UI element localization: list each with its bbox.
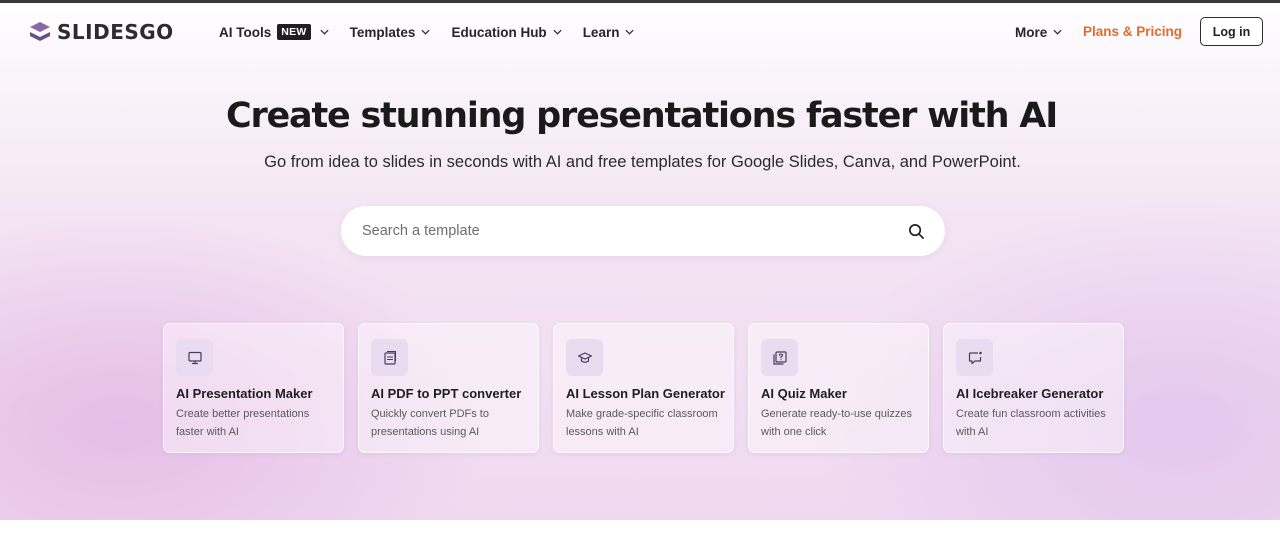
chevron-down-icon (320, 29, 329, 35)
nav-item-ai-tools[interactable]: AI Tools NEW (219, 24, 329, 40)
card-ai-lesson-plan-generator[interactable]: AI Lesson Plan Generator Make grade-spec… (553, 323, 734, 453)
nav-item-label: Templates (349, 24, 416, 40)
card-description: Generate ready-to-use quizzes with one c… (761, 408, 913, 438)
main-nav: AI Tools NEW Templates Education Hub Lea… (219, 22, 635, 42)
nav-item-label: Learn (582, 24, 620, 40)
nav-item-label: AI Tools (219, 24, 272, 40)
login-button[interactable]: Log in (1200, 17, 1263, 46)
slidesgo-logo-icon (30, 22, 50, 41)
card-ai-pdf-to-ppt[interactable]: AI PDF to PPT converter Quickly convert … (358, 323, 539, 453)
card-description: Quickly convert PDFs to presentations us… (371, 408, 489, 438)
chevron-down-icon (1053, 29, 1062, 35)
nav-item-more[interactable]: More (1015, 25, 1062, 40)
new-badge: NEW (277, 24, 311, 40)
search-bar[interactable] (341, 206, 945, 256)
quiz-icon (772, 350, 787, 365)
card-title: AI Lesson Plan Generator (566, 386, 725, 401)
plans-pricing-link[interactable]: Plans & Pricing (1083, 24, 1182, 39)
presentation-icon (187, 351, 202, 364)
pdf-convert-icon (383, 350, 396, 365)
card-title: AI Presentation Maker (176, 386, 313, 401)
search-icon[interactable] (908, 223, 925, 240)
nav-item-education-hub[interactable]: Education Hub (451, 24, 562, 40)
chat-icon (968, 351, 982, 364)
card-ai-presentation-maker[interactable]: AI Presentation Maker Create better pres… (163, 323, 344, 453)
nav-item-label: Education Hub (451, 24, 547, 40)
chevron-down-icon (421, 29, 431, 35)
page-below-hero (0, 520, 1280, 556)
chevron-down-icon (553, 29, 562, 35)
nav-item-templates[interactable]: Templates (350, 25, 431, 40)
card-title: AI Quiz Maker (761, 386, 847, 401)
more-menu[interactable]: More (1015, 22, 1062, 42)
ai-tools-cards: AI Presentation Maker Create better pres… (163, 323, 1124, 453)
logo-text: SLIDESGO (57, 20, 174, 44)
page-subtitle: Go from idea to slides in seconds with A… (264, 153, 1021, 171)
card-description: Make grade-specific classroom lessons wi… (566, 408, 718, 438)
card-ai-quiz-maker[interactable]: AI Quiz Maker Generate ready-to-use quiz… (748, 323, 929, 453)
nav-item-learn[interactable]: Learn (583, 25, 635, 40)
card-title: AI PDF to PPT converter (371, 386, 522, 401)
nav-item-label: More (1015, 24, 1048, 40)
logo[interactable]: SLIDESGO (28, 19, 174, 45)
card-description: Create fun classroom activities with AI (956, 408, 1106, 438)
card-ai-icebreaker-generator[interactable]: AI Icebreaker Generator Create fun class… (943, 323, 1124, 453)
card-title: AI Icebreaker Generator (956, 386, 1104, 401)
page-title: Create stunning presentations faster wit… (225, 96, 1058, 136)
graduation-cap-icon (577, 351, 592, 363)
card-description: Create better presentations faster with … (176, 408, 310, 438)
chevron-down-icon (625, 29, 635, 35)
search-input[interactable] (362, 223, 908, 239)
